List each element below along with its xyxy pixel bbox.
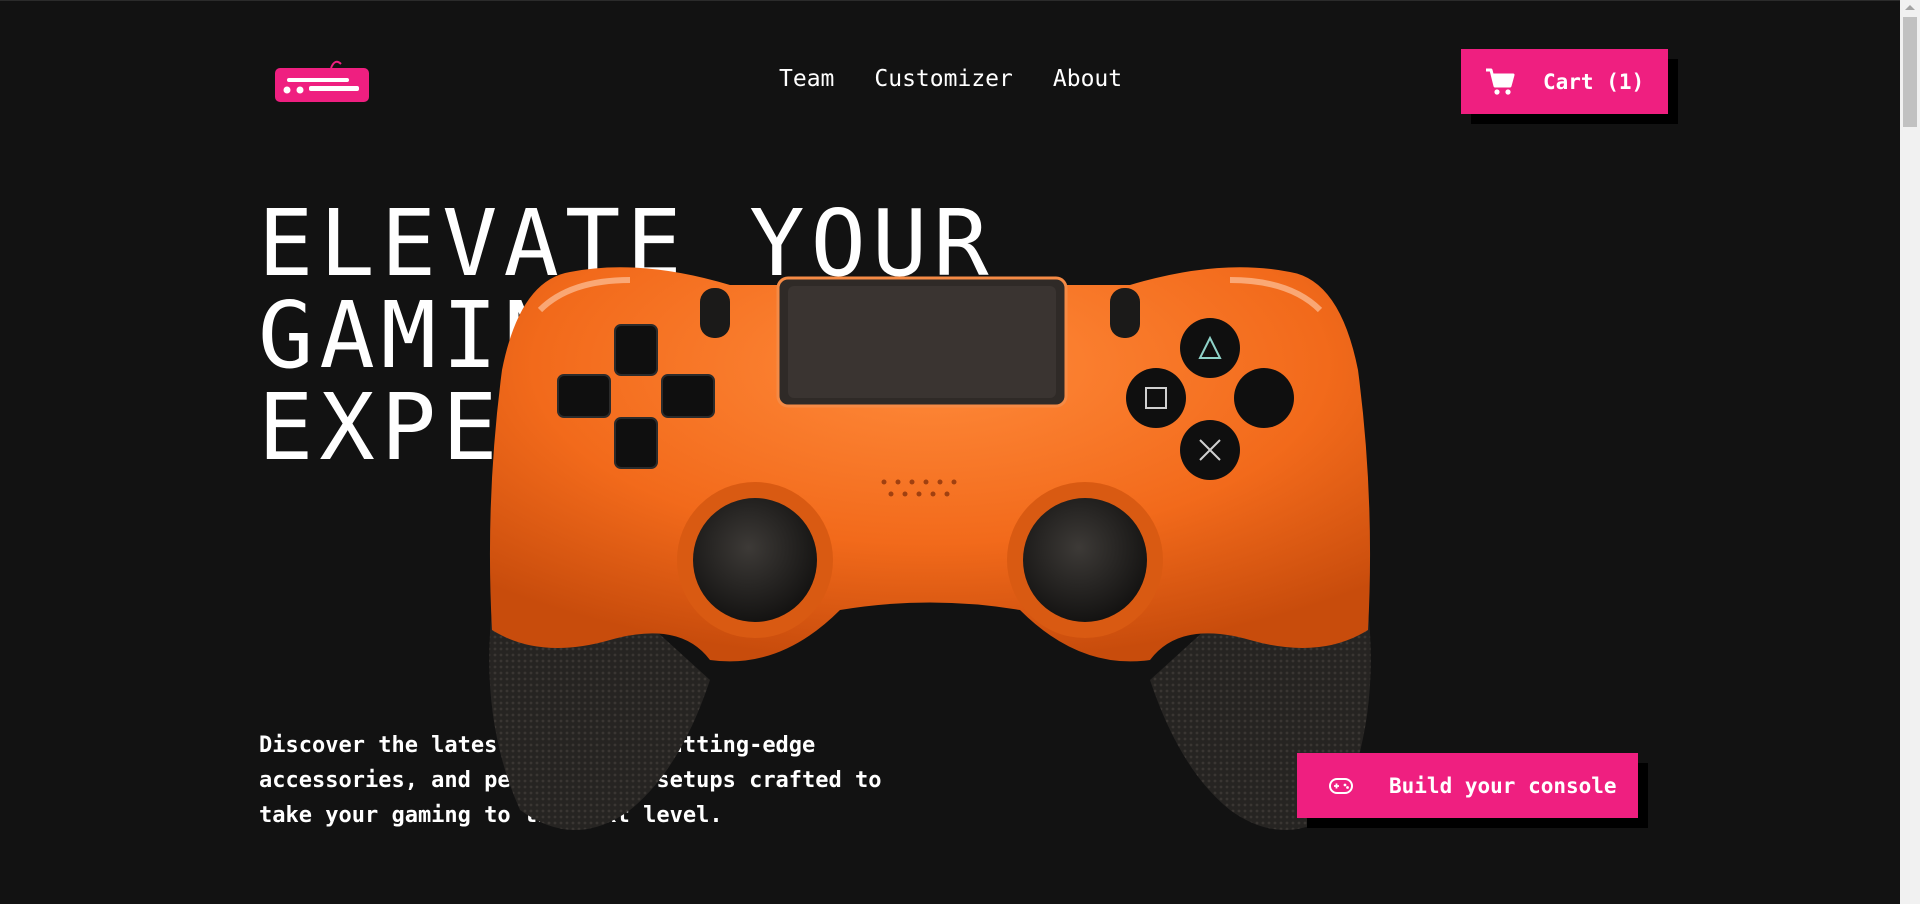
- build-console-button[interactable]: Build your console: [1297, 753, 1638, 818]
- nav-link-team[interactable]: Team: [779, 66, 834, 92]
- build-console-label: Build your console: [1389, 773, 1617, 798]
- build-console-wrapper: Build your console: [1297, 753, 1648, 828]
- top-divider: [0, 0, 1920, 1]
- scroll-up-arrow-icon[interactable]: [1905, 5, 1915, 10]
- gamepad-icon: [1329, 777, 1353, 794]
- vertical-scrollbar[interactable]: [1900, 0, 1920, 904]
- cart-label: Cart (1): [1543, 69, 1645, 94]
- console-logo-icon[interactable]: [273, 56, 373, 104]
- main-nav: Team Customizer About: [779, 66, 1122, 92]
- cart-button-wrapper: Cart (1): [1461, 49, 1678, 124]
- nav-link-customizer[interactable]: Customizer: [874, 66, 1012, 92]
- cart-button[interactable]: Cart (1): [1461, 49, 1668, 114]
- cart-icon: [1486, 68, 1515, 95]
- nav-link-about[interactable]: About: [1053, 66, 1122, 92]
- scrollbar-thumb[interactable]: [1903, 17, 1917, 127]
- orange-game-controller: [489, 267, 1371, 830]
- page: Team Customizer About Cart (1) ELEVATE Y…: [0, 0, 1920, 904]
